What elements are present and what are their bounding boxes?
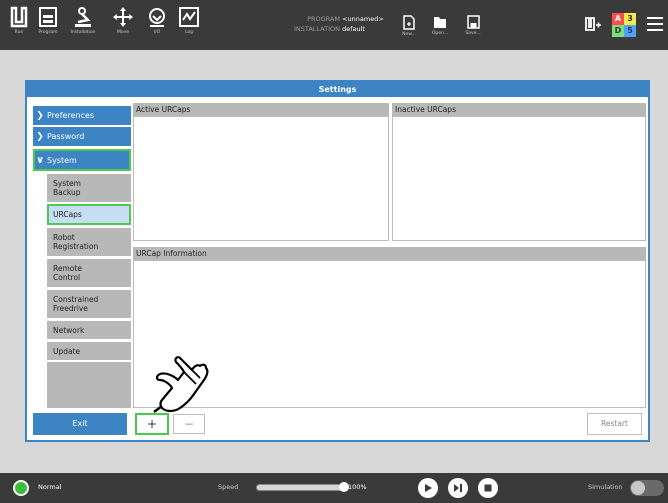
- play-button[interactable]: [418, 478, 438, 498]
- nav-io-label: I/O: [153, 30, 161, 35]
- simulation-toggle-knob: [631, 481, 645, 495]
- top-bar: Run Program Installation Move I/O Log PR…: [0, 0, 668, 50]
- new-button[interactable]: New...: [398, 0, 420, 50]
- menu-button[interactable]: [646, 15, 664, 37]
- settings-title: Settings: [27, 82, 648, 97]
- play-icon: [425, 484, 432, 492]
- nav-installation[interactable]: Installation: [66, 0, 100, 50]
- step-button[interactable]: [448, 478, 468, 498]
- program-info: PROGRAM <unnamed> INSTALLATION default: [286, 14, 384, 34]
- sidebar-item-password-label: Password: [47, 132, 85, 141]
- mode-cell-a: A: [612, 13, 624, 25]
- program-label: PROGRAM: [307, 15, 340, 23]
- new-label: New...: [402, 32, 416, 37]
- sidebar-item-robot-registration[interactable]: Robot Registration: [47, 228, 131, 256]
- ur-logo-icon: [10, 6, 28, 28]
- speed-slider[interactable]: [256, 484, 344, 491]
- open-button[interactable]: Open...: [428, 0, 452, 50]
- nav-log[interactable]: Log: [174, 0, 204, 50]
- mode-indicator: A 3 D 5: [612, 13, 636, 37]
- open-label: Open...: [431, 31, 449, 36]
- nav-io[interactable]: I/O: [142, 0, 172, 50]
- active-urcaps-list[interactable]: [133, 116, 389, 241]
- restart-button[interactable]: Restart: [587, 413, 642, 435]
- bottom-bar: Normal Speed 100% Simulation: [0, 473, 668, 503]
- nav-move-label: Move: [116, 30, 130, 35]
- stop-icon: [484, 484, 492, 492]
- sidebar-item-password[interactable]: ❯ Password: [33, 127, 131, 146]
- urplus-icon: [585, 17, 601, 31]
- robot-arm-icon: [75, 7, 91, 27]
- nav-run-label: Run: [14, 30, 24, 35]
- chevron-right-icon: ❯: [36, 131, 44, 142]
- sidebar-item-system[interactable]: ∨ System: [33, 149, 131, 171]
- sidebar-item-remote-control[interactable]: Remote Control: [47, 259, 131, 287]
- chevron-down-icon: ∨: [35, 154, 45, 166]
- nav-installation-label: Installation: [70, 30, 96, 35]
- program-value: <unnamed>: [342, 15, 384, 23]
- chevron-right-icon: ❯: [36, 110, 44, 121]
- sidebar-item-network[interactable]: Network: [47, 321, 131, 339]
- sidebar-item-system-backup[interactable]: System Backup: [47, 174, 131, 202]
- simulation-label: Simulation: [588, 483, 623, 491]
- speed-label: Speed: [218, 483, 239, 491]
- save-button[interactable]: Save...: [462, 0, 484, 50]
- program-icon: [39, 7, 57, 27]
- sidebar-item-urcaps[interactable]: URCaps: [47, 204, 131, 225]
- nav-program[interactable]: Program: [30, 0, 66, 50]
- log-icon: [179, 7, 199, 27]
- new-file-icon: [403, 15, 415, 30]
- robot-status-label: Normal: [38, 483, 62, 491]
- active-urcaps-header: Active URCaps: [133, 103, 389, 116]
- robot-status-icon[interactable]: [13, 480, 29, 496]
- sidebar-item-preferences-label: Preferences: [47, 111, 95, 120]
- urplus-logo[interactable]: [584, 16, 602, 36]
- sidebar-item-system-label: System: [47, 155, 77, 165]
- speed-value: 100%: [348, 483, 367, 491]
- mode-cell-3: 3: [624, 13, 636, 25]
- mode-cell-5: 5: [624, 25, 636, 37]
- stop-button[interactable]: [478, 478, 498, 498]
- folder-icon: [434, 17, 446, 28]
- sidebar-item-constrained-freedrive[interactable]: Constrained Freedrive: [47, 290, 131, 318]
- nav-program-label: Program: [38, 30, 58, 35]
- nav-move[interactable]: Move: [108, 0, 138, 50]
- nav-log-label: Log: [184, 30, 194, 35]
- sidebar-filler: [47, 362, 131, 408]
- move-icon: [113, 7, 133, 27]
- installation-value: default: [342, 25, 365, 33]
- inactive-urcaps-header: Inactive URCaps: [392, 103, 646, 116]
- step-icon: [454, 484, 462, 492]
- exit-button[interactable]: Exit: [33, 413, 127, 435]
- settings-sidebar: ❯ Preferences ❯ Password ∨ System System…: [33, 102, 131, 408]
- pointing-hand-icon: [150, 350, 212, 420]
- sidebar-item-update[interactable]: Update: [47, 342, 131, 360]
- mode-cell-d: D: [612, 25, 624, 37]
- simulation-toggle[interactable]: [630, 480, 664, 496]
- settings-window: Settings ❯ Preferences ❯ Password ∨ Syst…: [25, 80, 650, 442]
- sidebar-item-preferences[interactable]: ❯ Preferences: [33, 106, 131, 125]
- save-label: Save...: [465, 31, 481, 36]
- inactive-urcaps-list[interactable]: [392, 116, 646, 241]
- urcap-information-header: URCap Information: [133, 247, 646, 260]
- installation-label: INSTALLATION: [293, 25, 340, 33]
- save-icon: [466, 15, 480, 29]
- hamburger-menu-icon: [647, 17, 663, 31]
- io-icon: [149, 8, 165, 27]
